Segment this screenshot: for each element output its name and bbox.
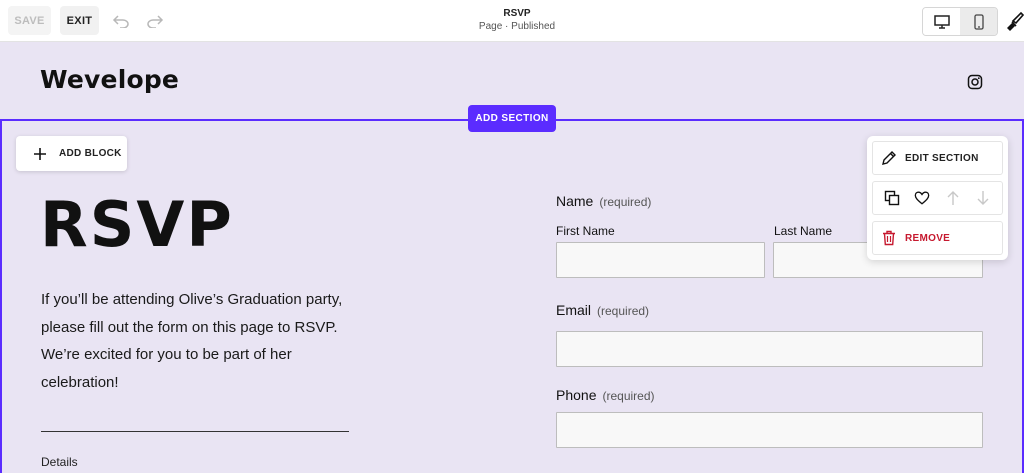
page-title: RSVP xyxy=(503,8,531,19)
intro-line: please fill out the form on this page to… xyxy=(41,318,338,336)
pencil-icon xyxy=(881,150,897,166)
intro-line: If you’ll be attending Olive’s Graduatio… xyxy=(41,291,343,308)
desktop-view-button[interactable] xyxy=(923,8,960,35)
section-edit-menu: EDIT SECTION REMOVE xyxy=(867,136,1008,260)
device-toggle xyxy=(922,7,998,36)
intro-text: If you’ll be attending Olive’s Graduatio… xyxy=(41,286,371,396)
add-section-button[interactable]: ADD SECTION xyxy=(468,105,556,132)
desktop-icon xyxy=(933,14,950,29)
heart-icon[interactable] xyxy=(914,190,930,206)
arrow-down-icon[interactable] xyxy=(975,190,991,206)
design-brush-icon[interactable] xyxy=(1004,11,1024,31)
first-name-label: First Name xyxy=(556,224,615,238)
remove-label: REMOVE xyxy=(905,232,951,244)
email-label-text: Email xyxy=(556,302,592,318)
redo-icon[interactable] xyxy=(145,11,165,31)
details-heading: Details xyxy=(41,455,78,469)
intro-line: celebration! xyxy=(41,373,119,391)
mobile-icon xyxy=(973,13,984,30)
required-hint: (required) xyxy=(599,195,652,209)
name-label: Name (required) xyxy=(556,193,651,209)
add-block-button[interactable]: ADD BLOCK xyxy=(16,136,127,171)
mobile-view-button[interactable] xyxy=(960,8,997,35)
name-label-text: Name xyxy=(556,193,594,209)
trash-icon xyxy=(881,230,897,246)
email-input[interactable] xyxy=(556,331,983,367)
undo-icon[interactable] xyxy=(111,11,131,31)
arrow-up-icon[interactable] xyxy=(945,190,961,206)
edit-section-label: EDIT SECTION xyxy=(905,152,979,164)
add-block-label: ADD BLOCK xyxy=(59,148,122,159)
site-logo[interactable]: Wevelope xyxy=(40,65,179,94)
remove-section-button[interactable]: REMOVE xyxy=(872,221,1003,255)
edit-section-button[interactable]: EDIT SECTION xyxy=(872,141,1003,175)
page-status: Page · Published xyxy=(478,21,556,32)
section-actions-row xyxy=(872,181,1003,215)
required-hint: (required) xyxy=(597,304,650,318)
plus-icon xyxy=(33,147,47,161)
duplicate-icon[interactable] xyxy=(884,190,900,206)
email-label: Email (required) xyxy=(556,302,649,318)
phone-label-text: Phone xyxy=(556,387,597,403)
phone-input[interactable] xyxy=(556,412,983,448)
first-name-input[interactable] xyxy=(556,242,765,278)
last-name-label: Last Name xyxy=(774,224,833,238)
phone-label: Phone (required) xyxy=(556,387,655,403)
required-hint: (required) xyxy=(602,389,655,403)
exit-button[interactable]: EXIT xyxy=(60,6,99,35)
divider-line xyxy=(41,431,349,432)
instagram-icon[interactable] xyxy=(967,74,983,90)
save-button[interactable]: SAVE xyxy=(8,6,51,35)
section-heading: RSVP xyxy=(40,188,234,261)
page-info: RSVP Page · Published xyxy=(412,8,622,32)
editor-toolbar: SAVE EXIT RSVP Page · Published xyxy=(0,0,1024,42)
intro-line: We’re excited for you to be part of her xyxy=(41,346,292,363)
